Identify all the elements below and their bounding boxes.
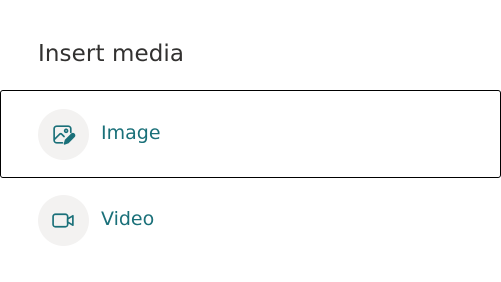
video-option-label: Video — [101, 208, 155, 230]
image-option-label: Image — [101, 122, 161, 144]
video-icon-circle — [38, 195, 89, 246]
insert-video-option[interactable]: Video — [0, 176, 501, 264]
image-edit-icon — [53, 125, 76, 145]
image-icon-circle — [38, 109, 89, 160]
insert-media-panel: Insert media Image Video — [0, 0, 501, 282]
insert-image-option[interactable]: Image — [0, 90, 501, 178]
video-camera-icon — [52, 213, 74, 228]
panel-title: Insert media — [38, 41, 185, 67]
